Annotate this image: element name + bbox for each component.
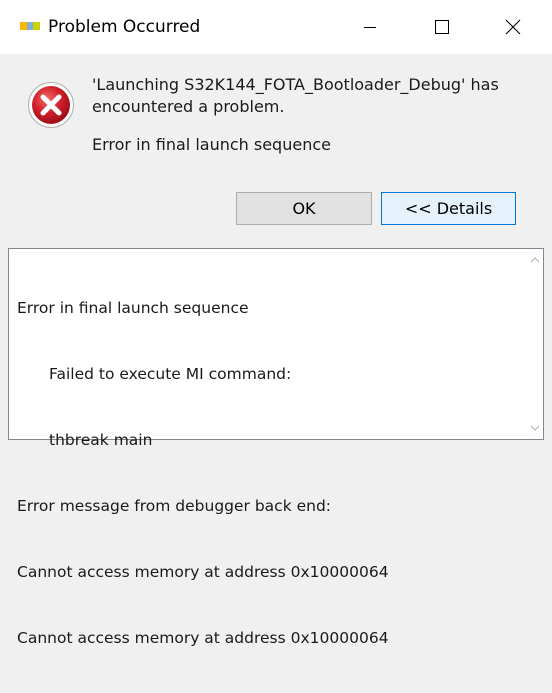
error-summary: Error in final launch sequence [92, 135, 331, 154]
window-title: Problem Occurred [48, 17, 201, 37]
details-line: Failed to execute MI command: [49, 365, 292, 383]
chevron-down-icon [530, 425, 539, 431]
details-line: thbreak main [49, 431, 153, 449]
close-button[interactable] [490, 0, 536, 54]
ok-button[interactable]: OK [236, 192, 372, 225]
vertical-scrollbar[interactable] [526, 249, 543, 439]
error-message: 'Launching S32K144_FOTA_Bootloader_Debug… [92, 75, 499, 116]
scroll-up-button[interactable] [526, 251, 543, 268]
minimize-icon [364, 27, 376, 28]
details-line: Error in final launch sequence [17, 299, 249, 317]
nxp-logo-icon [20, 22, 40, 30]
minimize-button[interactable] [347, 0, 393, 54]
title-bar: Problem Occurred [0, 0, 552, 54]
scroll-down-button[interactable] [526, 420, 543, 437]
dialog-body: 'Launching S32K144_FOTA_Bootloader_Debug… [0, 54, 552, 647]
maximize-icon [435, 20, 449, 34]
details-button[interactable]: << Details [381, 192, 516, 225]
error-icon [28, 82, 74, 128]
details-text: Error in final launch sequence Failed to… [17, 253, 517, 693]
maximize-button[interactable] [419, 0, 465, 54]
details-line: Cannot access memory at address 0x100000… [17, 629, 389, 647]
details-text-area[interactable]: Error in final launch sequence Failed to… [8, 248, 544, 647]
close-icon [505, 19, 521, 35]
chevron-up-icon [530, 257, 539, 263]
details-line: Cannot access memory at address 0x100000… [17, 563, 389, 581]
details-line: Error message from debugger back end: [17, 497, 332, 515]
